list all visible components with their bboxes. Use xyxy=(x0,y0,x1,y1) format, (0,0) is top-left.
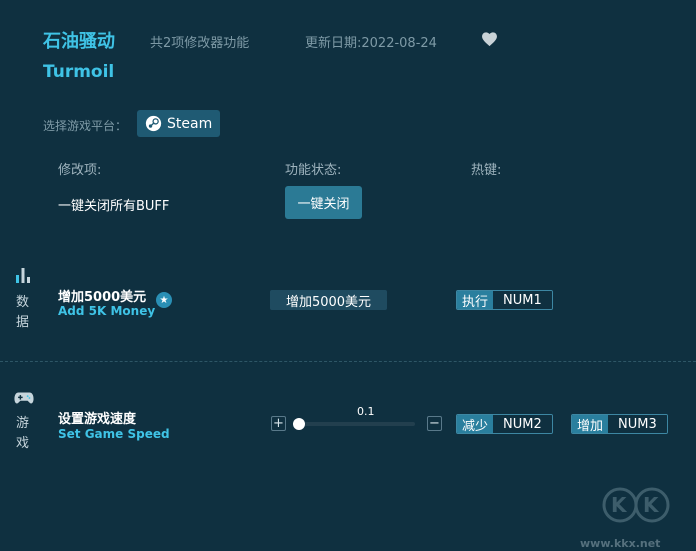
speed-decrease-hotkey[interactable]: 减少 NUM2 xyxy=(456,414,553,434)
mod-column-header: 修改项: xyxy=(58,163,102,178)
speed-slider-value: 0.1 xyxy=(357,405,375,418)
speed-decrease-hotkey-key: NUM2 xyxy=(493,415,552,433)
steam-platform-button[interactable]: Steam xyxy=(137,110,220,137)
gamepad-icon xyxy=(14,392,34,404)
speed-decrease-button[interactable]: − xyxy=(427,416,442,431)
svg-text:K: K xyxy=(643,493,660,517)
platform-label: 选择游戏平台： xyxy=(43,119,128,133)
kkx-watermark-logo: K K xyxy=(602,487,670,523)
heart-icon[interactable] xyxy=(481,31,498,47)
update-date: 更新日期:2022-08-24 xyxy=(305,36,437,51)
steam-label: Steam xyxy=(167,115,213,132)
section-data-char1: 数 xyxy=(16,295,30,310)
speed-increase-button[interactable]: + xyxy=(271,416,286,431)
speed-slider-handle[interactable] xyxy=(293,418,305,430)
section-game-char2: 戏 xyxy=(16,436,30,451)
section-game-char1: 游 xyxy=(16,416,30,431)
speed-slider-track[interactable] xyxy=(298,422,415,426)
section-divider xyxy=(0,361,696,362)
speed-increase-hotkey-key: NUM3 xyxy=(608,415,667,433)
speed-mod-name-cn: 设置游戏速度 xyxy=(58,412,137,427)
close-all-button[interactable]: 一键关闭 xyxy=(285,186,362,219)
svg-text:K: K xyxy=(611,493,628,517)
money-hotkey-key: NUM1 xyxy=(493,291,552,309)
star-icon: ★ xyxy=(156,292,172,308)
speed-increase-hotkey-label: 增加 xyxy=(572,415,609,433)
watermark-url: www.kkx.net xyxy=(580,537,661,550)
game-title-en: Turmoil xyxy=(43,62,115,82)
speed-mod-name-en: Set Game Speed xyxy=(58,427,170,441)
speed-decrease-hotkey-label: 减少 xyxy=(457,415,494,433)
bar-chart-icon xyxy=(16,268,30,283)
money-mod-name-en: Add 5K Money xyxy=(58,304,156,318)
game-title-cn: 石油骚动 xyxy=(43,31,115,52)
feature-count: 共2项修改器功能 xyxy=(150,36,250,51)
speed-increase-hotkey[interactable]: 增加 NUM3 xyxy=(571,414,668,434)
steam-icon xyxy=(145,115,162,132)
money-mod-name-cn: 增加5000美元 xyxy=(58,290,147,305)
close-all-buff-label: 一键关闭所有BUFF xyxy=(58,199,170,214)
section-data-char2: 据 xyxy=(16,315,30,330)
money-hotkey-label: 执行 xyxy=(457,291,494,309)
money-hotkey[interactable]: 执行 NUM1 xyxy=(456,290,553,310)
hotkey-column-header: 热键: xyxy=(471,163,502,178)
add-money-button[interactable]: 增加5000美元 xyxy=(270,290,387,310)
status-column-header: 功能状态: xyxy=(285,163,342,178)
